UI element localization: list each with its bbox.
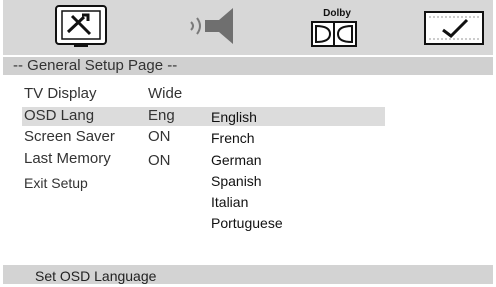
dolby-setup-icon[interactable]: Dolby <box>307 4 367 48</box>
page-title: -- General Setup Page -- <box>3 57 493 75</box>
preference-setup-icon[interactable] <box>423 4 485 48</box>
speaker-icon <box>190 8 233 44</box>
menu-value-osd-lang: Eng <box>148 107 175 124</box>
status-text: Set OSD Language <box>35 268 157 284</box>
option-french[interactable]: French <box>211 129 255 147</box>
menu-value-screen-saver: ON <box>148 128 171 145</box>
dolby-label: Dolby <box>323 8 351 19</box>
option-italian[interactable]: Italian <box>211 193 248 211</box>
tv-tools-icon <box>55 5 107 47</box>
menu-item-exit-setup[interactable]: Exit Setup <box>24 174 88 192</box>
menu-item-tv-display[interactable]: TV Display <box>24 85 97 103</box>
page-title-text: -- General Setup Page -- <box>13 57 178 74</box>
checkmark-panel-icon <box>424 11 484 45</box>
menu-value-last-memory: ON <box>148 152 171 169</box>
option-english[interactable]: English <box>211 108 257 126</box>
menu-item-osd-lang[interactable]: OSD Lang <box>24 107 94 125</box>
option-spanish[interactable]: Spanish <box>211 172 262 190</box>
option-portuguese[interactable]: Portuguese <box>211 214 283 232</box>
option-german[interactable]: German <box>211 151 262 169</box>
general-setup-icon[interactable] <box>54 4 108 48</box>
menu-item-last-memory[interactable]: Last Memory <box>24 150 111 168</box>
menu-value-tv-display: Wide <box>148 85 183 102</box>
audio-setup-icon[interactable] <box>189 4 245 48</box>
setup-icon-bar: Dolby <box>3 0 493 55</box>
menu-item-screen-saver[interactable]: Screen Saver <box>24 128 115 146</box>
dvd-setup-screen: Dolby -- General Setup Page -- TV Displa… <box>0 0 496 284</box>
status-bar: Set OSD Language <box>3 265 493 284</box>
